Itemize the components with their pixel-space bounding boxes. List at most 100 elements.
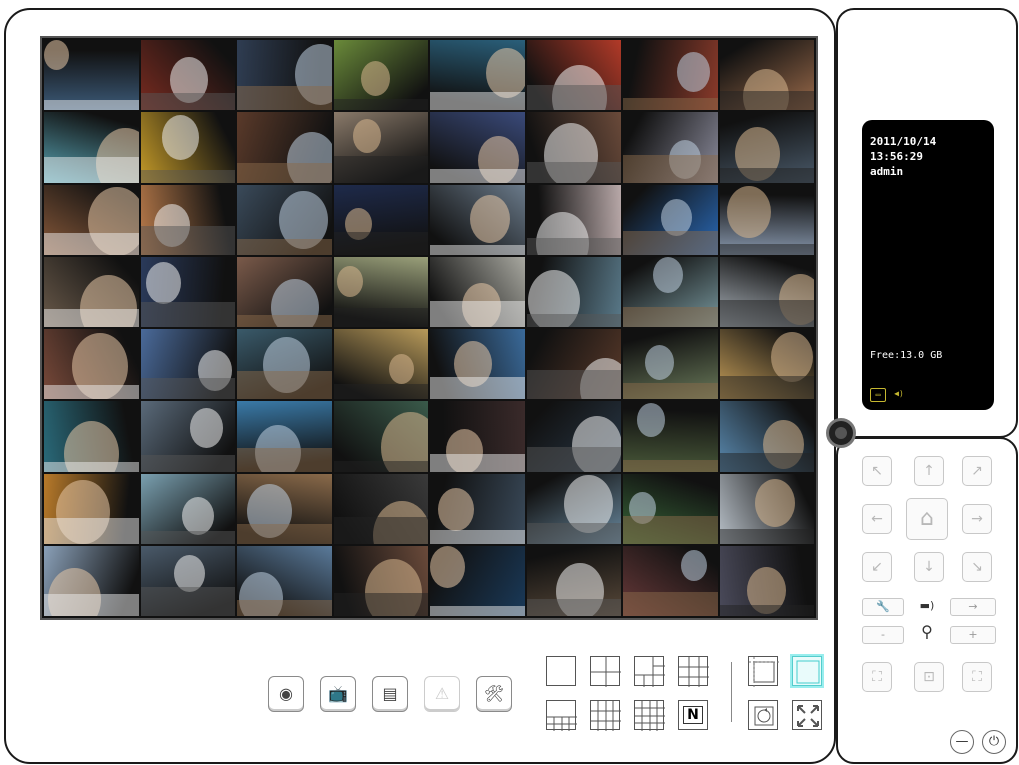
camera-tile[interactable]	[237, 184, 332, 255]
camera-tile[interactable]	[44, 401, 139, 472]
layout-6-button[interactable]	[634, 656, 665, 687]
camera-tile[interactable]	[623, 329, 718, 400]
card-button[interactable]: ▤	[372, 676, 408, 712]
camera-tile[interactable]	[140, 401, 235, 472]
camera-tile[interactable]	[526, 473, 621, 544]
camera-tile[interactable]	[333, 184, 428, 255]
zoom-out-button[interactable]: -	[862, 626, 904, 644]
ptz-up-left-button[interactable]: ↖	[862, 456, 892, 486]
camera-tile[interactable]	[623, 112, 718, 183]
minimize-button[interactable]: —	[950, 730, 974, 754]
camera-tile[interactable]	[140, 112, 235, 183]
ptz-up-right-button[interactable]: ↗	[962, 456, 992, 486]
rotate-view-button[interactable]	[748, 700, 778, 730]
alert-button[interactable]: ⚠	[424, 676, 460, 712]
ptz-down-right-button[interactable]: ↘	[962, 552, 992, 582]
layout-1-button[interactable]	[546, 656, 576, 686]
layout-9-button[interactable]	[678, 656, 709, 687]
camera-tile[interactable]	[623, 256, 718, 327]
camera-tile[interactable]	[430, 545, 525, 616]
layout-13-button[interactable]	[590, 700, 621, 731]
playback-button[interactable]: 📺	[320, 676, 356, 712]
camera-tile[interactable]	[526, 401, 621, 472]
layout-16-button[interactable]	[634, 700, 665, 731]
camera-tile[interactable]	[44, 329, 139, 400]
camera-tile[interactable]	[237, 473, 332, 544]
camera-tile[interactable]	[237, 401, 332, 472]
jog-knob[interactable]	[826, 418, 856, 448]
ptz-down-button[interactable]: ↓	[914, 552, 944, 582]
camera-tile[interactable]	[44, 473, 139, 544]
camera-tile[interactable]	[719, 401, 814, 472]
camera-tile[interactable]	[140, 545, 235, 616]
camera-tile[interactable]	[719, 545, 814, 616]
camera-tile[interactable]	[623, 184, 718, 255]
camera-tile[interactable]	[430, 112, 525, 183]
camera-tile[interactable]	[237, 40, 332, 111]
camera-tile[interactable]	[719, 40, 814, 111]
camera-tile[interactable]	[44, 256, 139, 327]
fullscreen-button[interactable]	[792, 700, 822, 730]
ptz-up-button[interactable]: ↑	[914, 456, 944, 486]
camera-tile[interactable]	[44, 545, 139, 616]
camera-tile[interactable]	[140, 256, 235, 327]
camera-tile[interactable]	[333, 112, 428, 183]
layout-fullgrid-button[interactable]	[748, 656, 779, 687]
zoom-in-button[interactable]: +	[950, 626, 996, 644]
power-button[interactable]: ⏻	[982, 730, 1006, 754]
preset-center-button[interactable]: ⊡	[914, 662, 944, 692]
ptz-left-button[interactable]: ←	[862, 504, 892, 534]
ptz-home-button[interactable]: ⌂	[906, 498, 948, 540]
preset-left-button[interactable]: ⛶	[862, 662, 892, 692]
camera-tile[interactable]	[333, 473, 428, 544]
camera-tile[interactable]	[430, 329, 525, 400]
layout-4-button[interactable]	[590, 656, 621, 687]
camera-tile[interactable]	[333, 401, 428, 472]
camera-tile[interactable]	[333, 256, 428, 327]
ptz-right-button[interactable]: →	[962, 504, 992, 534]
camera-tile[interactable]	[333, 329, 428, 400]
camera-tile[interactable]	[623, 40, 718, 111]
layout-single-active-button[interactable]	[792, 656, 822, 686]
ptz-focus-button[interactable]: 🔧	[862, 598, 904, 616]
camera-tile[interactable]	[44, 112, 139, 183]
camera-tile[interactable]	[44, 184, 139, 255]
camera-tile[interactable]	[140, 329, 235, 400]
camera-tile[interactable]	[623, 473, 718, 544]
camera-tile[interactable]	[430, 184, 525, 255]
camera-tile[interactable]	[333, 545, 428, 616]
settings-button[interactable]: 🛠	[476, 676, 512, 712]
ptz-step-button[interactable]: →	[950, 598, 996, 616]
camera-tile[interactable]	[526, 112, 621, 183]
camera-tile[interactable]	[526, 40, 621, 111]
camera-tile[interactable]	[237, 112, 332, 183]
camera-tile[interactable]	[237, 329, 332, 400]
camera-tile[interactable]	[719, 112, 814, 183]
camera-tile[interactable]	[140, 184, 235, 255]
camera-tile[interactable]	[430, 40, 525, 111]
camera-tile[interactable]	[719, 329, 814, 400]
layout-custom-button[interactable]: N	[678, 700, 708, 730]
camera-tile[interactable]	[623, 545, 718, 616]
camera-tile[interactable]	[237, 256, 332, 327]
layout-10-button[interactable]	[546, 700, 577, 731]
ptz-down-left-button[interactable]: ↙	[862, 552, 892, 582]
camera-tile[interactable]	[44, 40, 139, 111]
camera-tile[interactable]	[719, 184, 814, 255]
record-button[interactable]: ◉	[268, 676, 304, 712]
camera-tile[interactable]	[430, 401, 525, 472]
camera-tile[interactable]	[430, 473, 525, 544]
camera-tile[interactable]	[719, 473, 814, 544]
camera-tile[interactable]	[140, 473, 235, 544]
preset-right-button[interactable]: ⛶	[962, 662, 992, 692]
camera-tile[interactable]	[526, 184, 621, 255]
camera-tile[interactable]	[140, 40, 235, 111]
camera-tile[interactable]	[237, 545, 332, 616]
camera-tile[interactable]	[333, 40, 428, 111]
camera-tile[interactable]	[526, 256, 621, 327]
camera-tile[interactable]	[623, 401, 718, 472]
camera-tile[interactable]	[526, 329, 621, 400]
camera-tile[interactable]	[430, 256, 525, 327]
camera-tile[interactable]	[719, 256, 814, 327]
camera-tile[interactable]	[526, 545, 621, 616]
